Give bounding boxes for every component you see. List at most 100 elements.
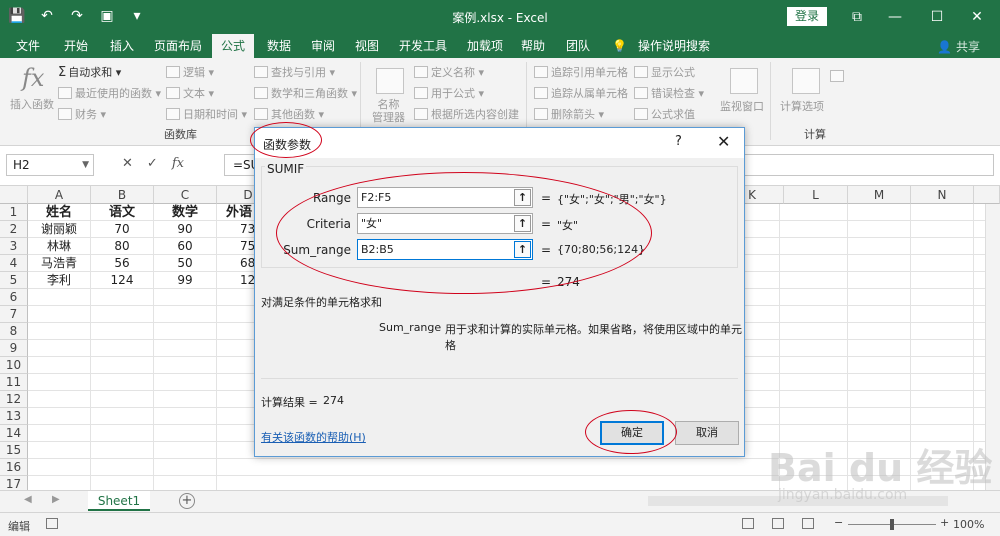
table-cell[interactable]: 林琳 — [28, 238, 90, 255]
use-in-formula-button[interactable]: 用于公式 ▾ — [414, 85, 484, 101]
normal-view-icon[interactable] — [742, 518, 754, 529]
row-header[interactable]: 9 — [0, 340, 28, 357]
tab-formulas[interactable]: 公式 — [212, 34, 254, 58]
macro-record-icon[interactable] — [46, 518, 58, 529]
column-header[interactable]: C — [154, 186, 217, 204]
calc-options-button[interactable]: 计算选项 — [780, 98, 824, 114]
prev-sheet-icon[interactable]: ◀ — [24, 494, 32, 505]
close-icon[interactable]: ✕ — [717, 132, 730, 151]
insert-function-icon[interactable]: fx — [172, 156, 184, 171]
row-header[interactable]: 8 — [0, 323, 28, 340]
cancel-icon[interactable]: ✕ — [122, 156, 133, 171]
table-cell[interactable]: 60 — [154, 238, 216, 255]
minimize-button[interactable]: — — [880, 4, 910, 30]
financial-button[interactable]: 财务 ▾ — [58, 106, 106, 122]
tab-team[interactable]: 团队 — [560, 34, 596, 58]
datetime-button[interactable]: 日期和时间 ▾ — [166, 106, 247, 122]
criteria-input[interactable]: "女" — [357, 213, 533, 234]
page-break-view-icon[interactable] — [802, 518, 814, 529]
name-box[interactable]: H2 ▼ — [6, 154, 94, 176]
function-help-link[interactable]: 有关该函数的帮助(H) — [261, 429, 366, 445]
tab-page-layout[interactable]: 页面布局 — [150, 34, 206, 58]
watch-window-button[interactable]: 监视窗口 — [720, 98, 764, 114]
help-icon[interactable]: ? — [675, 134, 682, 149]
tell-me-search[interactable]: 操作说明搜索 — [634, 34, 714, 58]
column-header[interactable] — [974, 186, 1000, 204]
row-header[interactable]: 5 — [0, 272, 28, 289]
cell-header[interactable]: 语文 — [91, 204, 153, 221]
row-header[interactable]: 7 — [0, 306, 28, 323]
row-header[interactable]: 12 — [0, 391, 28, 408]
table-cell[interactable]: 李利 — [28, 272, 90, 289]
table-cell[interactable]: 99 — [154, 272, 216, 289]
text-button[interactable]: 文本 ▾ — [166, 85, 214, 101]
zoom-slider-thumb[interactable] — [890, 519, 894, 530]
login-button[interactable]: 登录 — [787, 7, 827, 26]
share-button[interactable]: 👤 共享 — [937, 38, 980, 55]
show-formulas-button[interactable]: 显示公式 — [634, 64, 695, 80]
trace-dependents-button[interactable]: 追踪从属单元格 — [534, 85, 628, 101]
row-header[interactable]: 11 — [0, 374, 28, 391]
row-header[interactable]: 6 — [0, 289, 28, 306]
row-header[interactable]: 4 — [0, 255, 28, 272]
table-cell[interactable]: 56 — [91, 255, 153, 272]
tab-home[interactable]: 开始 — [56, 34, 96, 58]
table-cell[interactable]: 80 — [91, 238, 153, 255]
sum-range-input[interactable]: B2:B5 — [357, 239, 533, 260]
logical-button[interactable]: 逻辑 ▾ — [166, 64, 214, 80]
tab-insert[interactable]: 插入 — [102, 34, 142, 58]
error-check-button[interactable]: 错误检查 ▾ — [634, 85, 704, 101]
enter-icon[interactable]: ✓ — [147, 156, 158, 171]
column-header[interactable]: M — [848, 186, 911, 204]
zoom-in-icon[interactable]: + — [940, 516, 949, 529]
tab-help[interactable]: 帮助 — [516, 34, 550, 58]
insert-function-button[interactable]: 插入函数 — [10, 96, 54, 112]
zoom-level[interactable]: 100% — [953, 518, 984, 531]
restore-button[interactable]: ☐ — [922, 4, 952, 30]
table-cell[interactable]: 马浩青 — [28, 255, 90, 272]
row-header[interactable]: 2 — [0, 221, 28, 238]
table-cell[interactable]: 90 — [154, 221, 216, 238]
next-sheet-icon[interactable]: ▶ — [52, 494, 60, 505]
cancel-button[interactable]: 取消 — [675, 421, 739, 445]
zoom-out-icon[interactable]: − — [834, 516, 843, 529]
tab-file[interactable]: 文件 — [8, 34, 48, 58]
name-manager-button[interactable]: 名称 管理器 — [372, 98, 405, 124]
cell-header[interactable]: 数学 — [154, 204, 216, 221]
tab-developer[interactable]: 开发工具 — [394, 34, 452, 58]
cell-header[interactable]: 外语 — [226, 204, 256, 221]
page-layout-view-icon[interactable] — [772, 518, 784, 529]
sheet-tab-sheet1[interactable]: Sheet1 — [88, 491, 150, 511]
recent-functions-button[interactable]: 最近使用的函数 ▾ — [58, 85, 161, 101]
collapse-dialog-icon[interactable]: ↑ — [514, 189, 531, 206]
remove-arrows-button[interactable]: 删除箭头 ▾ — [534, 106, 604, 122]
row-header[interactable]: 3 — [0, 238, 28, 255]
add-sheet-button[interactable]: + — [179, 493, 195, 509]
table-cell[interactable]: 70 — [91, 221, 153, 238]
close-button[interactable]: ✕ — [962, 4, 992, 30]
select-all-corner[interactable] — [0, 186, 28, 204]
tab-review[interactable]: 审阅 — [306, 34, 340, 58]
lookup-button[interactable]: 查找与引用 ▾ — [254, 64, 335, 80]
math-button[interactable]: 数学和三角函数 ▾ — [254, 85, 357, 101]
evaluate-formula-button[interactable]: 公式求值 — [634, 106, 695, 122]
row-header[interactable]: 17 — [0, 476, 28, 490]
collapse-dialog-icon[interactable]: ↑ — [514, 215, 531, 232]
range-input[interactable]: F2:F5 — [357, 187, 533, 208]
column-header[interactable]: B — [91, 186, 154, 204]
column-header[interactable]: L — [784, 186, 848, 204]
table-cell[interactable]: 谢丽颖 — [28, 221, 90, 238]
create-from-selection-button[interactable]: 根据所选内容创建 — [414, 106, 519, 122]
row-header[interactable]: 16 — [0, 459, 28, 476]
collapse-dialog-icon[interactable]: ↑ — [514, 241, 531, 258]
tab-view[interactable]: 视图 — [350, 34, 384, 58]
row-header[interactable]: 14 — [0, 425, 28, 442]
define-name-button[interactable]: 定义名称 ▾ — [414, 64, 484, 80]
column-header[interactable]: A — [28, 186, 91, 204]
tab-addins[interactable]: 加载项 — [462, 34, 508, 58]
trace-precedents-button[interactable]: 追踪引用单元格 — [534, 64, 628, 80]
autosum-button[interactable]: Σ 自动求和 ▾ — [58, 64, 121, 80]
row-header[interactable]: 13 — [0, 408, 28, 425]
more-functions-button[interactable]: 其他函数 ▾ — [254, 106, 324, 122]
table-cell[interactable]: 124 — [91, 272, 153, 289]
